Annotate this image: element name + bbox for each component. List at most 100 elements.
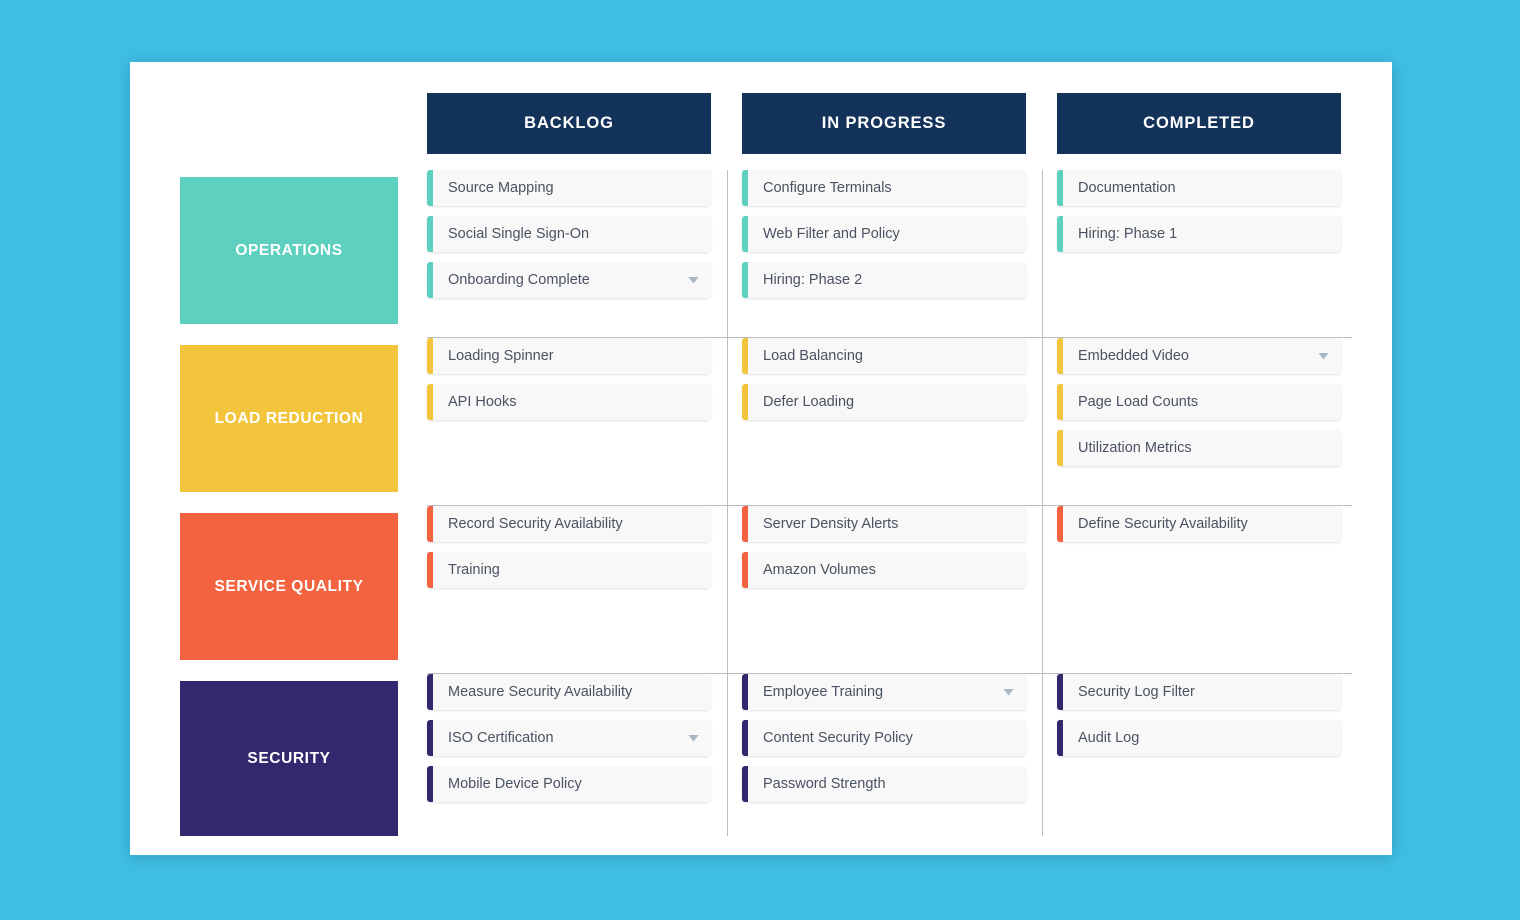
card-label: Load Balancing [763, 348, 863, 364]
kanban-board-panel: BACKLOG IN PROGRESS COMPLETED OPERATIONS… [130, 62, 1392, 855]
kanban-card[interactable]: Training [427, 552, 711, 588]
kanban-card[interactable]: ISO Certification [427, 720, 711, 756]
column-header-label: IN PROGRESS [821, 114, 947, 132]
swimlane-row-security: Measure Security Availability ISO Certifi… [427, 674, 1352, 842]
card-label: Audit Log [1078, 730, 1140, 746]
kanban-card[interactable]: Measure Security Availability [427, 674, 711, 710]
kanban-card[interactable]: Security Log Filter [1057, 674, 1341, 710]
kanban-card[interactable]: Hiring: Phase 1 [1057, 216, 1341, 252]
kanban-card[interactable]: Server Density Alerts [742, 506, 1026, 542]
kanban-grid: BACKLOG IN PROGRESS COMPLETED OPERATIONS… [130, 62, 1392, 855]
card-label: Loading Spinner [448, 348, 554, 364]
kanban-card[interactable]: Defer Loading [742, 384, 1026, 420]
swimlane-tile-operations[interactable]: OPERATIONS [180, 177, 398, 324]
card-column-completed: Embedded Video Page Load Counts Utilizatio… [1057, 338, 1341, 476]
chevron-down-icon[interactable] [688, 734, 699, 742]
card-label: Embedded Video [1078, 348, 1189, 364]
card-label: Password Strength [763, 776, 886, 792]
swimlane-label: SERVICE QUALITY [214, 577, 364, 595]
card-label: Onboarding Complete [448, 272, 590, 288]
swimlane-tile-service-quality[interactable]: SERVICE QUALITY [180, 513, 398, 660]
kanban-card[interactable]: Source Mapping [427, 170, 711, 206]
card-label: Employee Training [763, 684, 884, 700]
kanban-card[interactable]: Documentation [1057, 170, 1341, 206]
chevron-down-icon[interactable] [1003, 688, 1014, 696]
card-accent-bar [742, 262, 748, 298]
chevron-down-icon[interactable] [688, 276, 699, 284]
kanban-card[interactable]: Define Security Availability [1057, 506, 1341, 542]
card-column-completed: Documentation Hiring: Phase 1 [1057, 170, 1341, 262]
kanban-card[interactable]: Configure Terminals [742, 170, 1026, 206]
card-label: Configure Terminals [763, 180, 892, 196]
chevron-down-icon[interactable] [1318, 352, 1329, 360]
card-accent-bar [742, 674, 748, 710]
kanban-card[interactable]: Amazon Volumes [742, 552, 1026, 588]
card-accent-bar [742, 338, 748, 374]
swimlane-row-load-reduction: Loading Spinner API Hooks Load Balancing D… [427, 338, 1352, 506]
card-column-in-progress: Load Balancing Defer Loading [742, 338, 1026, 430]
column-header-in-progress[interactable]: IN PROGRESS [742, 93, 1026, 154]
card-label: Define Security Availability [1078, 516, 1248, 532]
card-column-completed: Security Log Filter Audit Log [1057, 674, 1341, 766]
kanban-card[interactable]: Mobile Device Policy [427, 766, 711, 802]
swimlane-tile-load-reduction[interactable]: LOAD REDUCTION [180, 345, 398, 492]
card-accent-bar [427, 170, 433, 206]
card-label: Hiring: Phase 1 [1078, 226, 1178, 242]
card-accent-bar [1057, 430, 1063, 466]
kanban-card[interactable]: Loading Spinner [427, 338, 711, 374]
kanban-card[interactable]: Audit Log [1057, 720, 1341, 756]
kanban-card[interactable]: Onboarding Complete [427, 262, 711, 298]
card-accent-bar [1057, 506, 1063, 542]
kanban-card[interactable]: Content Security Policy [742, 720, 1026, 756]
card-label: Documentation [1078, 180, 1176, 196]
card-column-completed: Define Security Availability [1057, 506, 1341, 552]
card-accent-bar [427, 720, 433, 756]
kanban-card[interactable]: Page Load Counts [1057, 384, 1341, 420]
card-accent-bar [742, 384, 748, 420]
card-label: Security Log Filter [1078, 684, 1195, 700]
card-accent-bar [1057, 674, 1063, 710]
swimlane-label: OPERATIONS [235, 241, 343, 259]
card-column-backlog: Measure Security Availability ISO Certifi… [427, 674, 711, 812]
kanban-card[interactable]: Employee Training [742, 674, 1026, 710]
card-accent-bar [742, 552, 748, 588]
card-label: Social Single Sign-On [448, 226, 590, 242]
kanban-card[interactable]: Utilization Metrics [1057, 430, 1341, 466]
card-label: Web Filter and Policy [763, 226, 900, 242]
card-accent-bar [1057, 216, 1063, 252]
card-label: Utilization Metrics [1078, 440, 1192, 456]
card-label: Page Load Counts [1078, 394, 1199, 410]
kanban-card[interactable]: Password Strength [742, 766, 1026, 802]
kanban-card[interactable]: Web Filter and Policy [742, 216, 1026, 252]
kanban-card[interactable]: Load Balancing [742, 338, 1026, 374]
card-label: Mobile Device Policy [448, 776, 582, 792]
kanban-card[interactable]: API Hooks [427, 384, 711, 420]
card-accent-bar [1057, 338, 1063, 374]
kanban-card[interactable]: Social Single Sign-On [427, 216, 711, 252]
card-accent-bar [427, 552, 433, 588]
card-label: Training [448, 562, 500, 578]
kanban-card[interactable]: Hiring: Phase 2 [742, 262, 1026, 298]
card-label: Defer Loading [763, 394, 855, 410]
card-accent-bar [427, 766, 433, 802]
column-header-backlog[interactable]: BACKLOG [427, 93, 711, 154]
card-column-in-progress: Configure Terminals Web Filter and Policy… [742, 170, 1026, 308]
kanban-card[interactable]: Record Security Availability [427, 506, 711, 542]
card-accent-bar [427, 262, 433, 298]
kanban-card[interactable]: Embedded Video [1057, 338, 1341, 374]
card-label: Hiring: Phase 2 [763, 272, 863, 288]
card-column-in-progress: Server Density Alerts Amazon Volumes [742, 506, 1026, 598]
card-accent-bar [742, 216, 748, 252]
card-label: Source Mapping [448, 180, 554, 196]
card-label: Measure Security Availability [448, 684, 633, 700]
card-label: ISO Certification [448, 730, 554, 746]
card-label: Server Density Alerts [763, 516, 899, 532]
card-accent-bar [1057, 170, 1063, 206]
card-accent-bar [742, 170, 748, 206]
swimlane-tile-security[interactable]: SECURITY [180, 681, 398, 836]
card-label: API Hooks [448, 394, 517, 410]
card-accent-bar [427, 384, 433, 420]
column-header-completed[interactable]: COMPLETED [1057, 93, 1341, 154]
swimlane-row-service-quality: Record Security Availability Training Ser… [427, 506, 1352, 674]
card-column-in-progress: Employee Training Content Security Policy… [742, 674, 1026, 812]
